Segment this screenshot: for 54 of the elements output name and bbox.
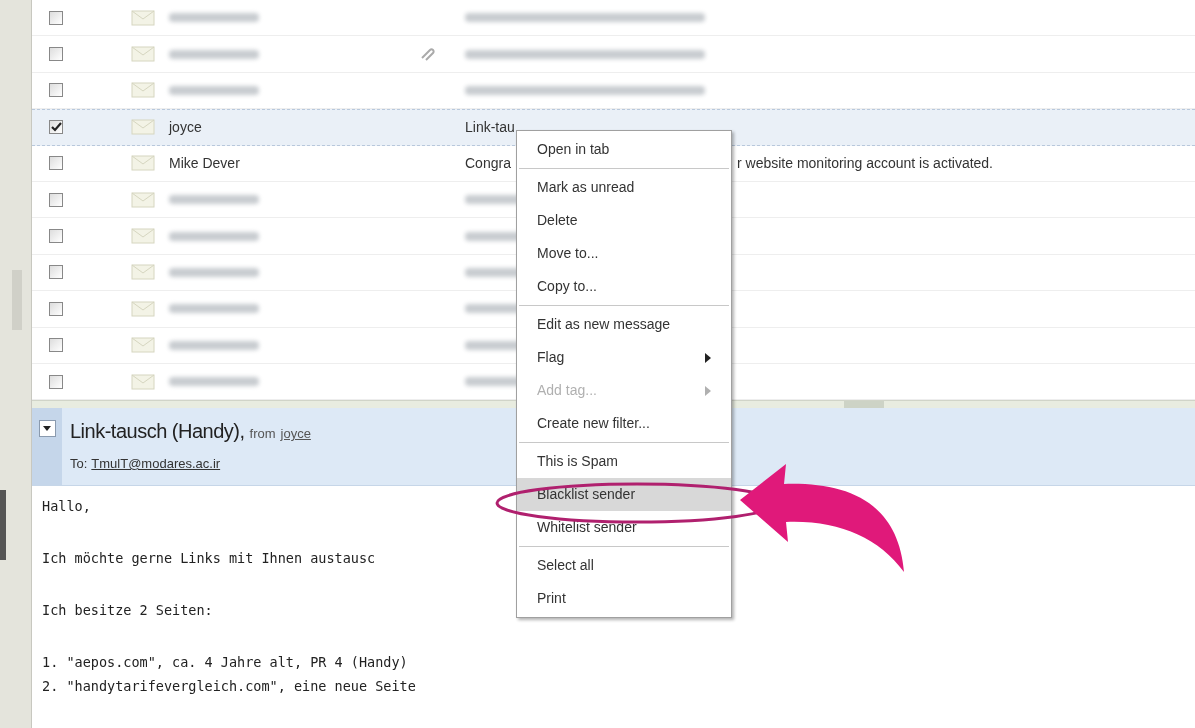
body-text-line: Hallo,	[42, 497, 91, 516]
body-text-line: 2. "handytarifevergleich.com", eine neue Seite	[42, 677, 416, 696]
menu-item[interactable]: Copy to...	[517, 270, 731, 303]
body-text-line: 1. "aepos.com", ca. 4 Jahre alt, PR 4 (Handy)	[42, 653, 408, 672]
envelope-icon	[131, 264, 155, 281]
message-subject: Link-tau	[465, 117, 516, 137]
envelope-icon	[131, 119, 155, 136]
envelope-icon	[131, 9, 155, 26]
checkbox[interactable]	[49, 120, 63, 135]
message-subject: Congra	[465, 153, 512, 173]
menu-item[interactable]: Delete	[517, 204, 731, 237]
menu-item[interactable]: Move to...	[517, 237, 731, 270]
menu-item[interactable]: Whitelist sender	[517, 511, 731, 544]
checkbox[interactable]	[49, 301, 63, 316]
from-label: from	[249, 425, 276, 443]
message-subject: r website monitoring account is activated.	[737, 153, 993, 173]
menu-item[interactable]: Select all	[517, 549, 731, 582]
menu-item[interactable]: This is Spam	[517, 445, 731, 478]
checkbox[interactable]	[49, 374, 63, 389]
envelope-icon	[131, 46, 155, 63]
checkbox[interactable]	[49, 10, 63, 25]
checkbox[interactable]	[49, 192, 63, 207]
body-text-line: Ich möchte gerne Links mit Ihnen austausc	[42, 549, 376, 568]
menu-item[interactable]: Print	[517, 582, 731, 615]
envelope-icon	[131, 191, 155, 208]
envelope-icon	[131, 300, 155, 317]
menu-item[interactable]: Flag	[517, 341, 731, 374]
envelope-icon	[131, 82, 155, 99]
checkbox[interactable]	[49, 229, 63, 244]
menu-item[interactable]: Create new filter...	[517, 407, 731, 440]
menu-item[interactable]: Open in tab	[517, 133, 731, 166]
checkbox[interactable]	[49, 265, 63, 280]
to-label: To:	[70, 455, 88, 473]
menu-item[interactable]: Blacklist sender	[517, 478, 731, 511]
envelope-icon	[131, 373, 155, 390]
checkbox[interactable]	[49, 83, 63, 98]
envelope-icon	[131, 228, 155, 245]
recipient-link[interactable]: TmulT@modares.ac.ir	[91, 454, 221, 474]
collapse-toggle[interactable]	[38, 420, 56, 437]
envelope-icon	[131, 337, 155, 354]
sender-name: joyce	[169, 117, 203, 137]
menu-item[interactable]: Edit as new message	[517, 308, 731, 341]
envelope-icon	[131, 155, 155, 172]
sender-name: Mike Dever	[169, 153, 241, 173]
caret-icon	[43, 426, 51, 431]
message-subject-heading: Link-tausch (Handy),	[70, 419, 245, 444]
sender-link[interactable]: joyce	[280, 424, 311, 444]
checkbox[interactable]	[49, 47, 63, 62]
menu-item[interactable]: Mark as unread	[517, 171, 731, 204]
submenu-arrow-icon	[705, 352, 711, 363]
checkbox[interactable]	[49, 338, 63, 353]
submenu-arrow-icon	[705, 385, 711, 396]
checkbox[interactable]	[49, 156, 63, 171]
body-text-line: Ich besitze 2 Seiten:	[42, 601, 213, 620]
